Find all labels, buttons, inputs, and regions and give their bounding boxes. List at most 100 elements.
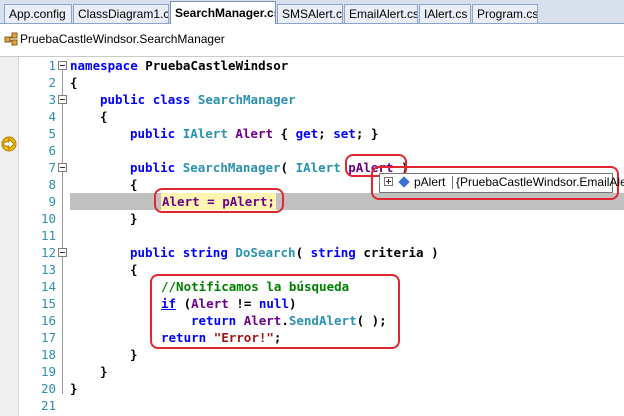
tab-label: App.config bbox=[9, 7, 66, 21]
code-text: namespace PruebaCastleWindsor bbox=[70, 57, 288, 74]
type-navigation-bar[interactable]: PruebaCastleWindsor.SearchManager bbox=[0, 24, 624, 57]
token: ( bbox=[280, 160, 296, 175]
code-text: } bbox=[100, 363, 108, 380]
token: } bbox=[70, 381, 78, 396]
code-line: 5 public IAlert Alert { get; set; } bbox=[0, 125, 624, 142]
line-number: 11 bbox=[40, 228, 56, 243]
annotation-outline bbox=[150, 274, 400, 349]
token: namespace bbox=[70, 58, 138, 73]
token: PruebaCastleWindsor bbox=[137, 58, 289, 73]
token: DoSearch bbox=[235, 245, 296, 260]
token: } bbox=[130, 211, 138, 226]
code-line: 11 bbox=[0, 227, 624, 244]
token: { bbox=[273, 126, 296, 141]
code-text: } bbox=[70, 380, 78, 397]
line-number: 18 bbox=[40, 347, 56, 362]
code-text: { bbox=[100, 108, 108, 125]
line-number: 15 bbox=[40, 296, 56, 311]
token: SearchManager bbox=[182, 160, 281, 175]
code-line: 1 namespace PruebaCastleWindsor bbox=[0, 57, 624, 74]
token: ; bbox=[318, 126, 334, 141]
tab-label: EmailAlert.cs bbox=[349, 7, 418, 21]
datatip-name: pAlert bbox=[414, 175, 446, 189]
tab-emailalert[interactable]: EmailAlert.cs bbox=[344, 4, 418, 23]
debugger-datatip[interactable]: pAlert {PruebaCastleWindsor.EmailAlert} bbox=[379, 173, 624, 193]
line-number: 13 bbox=[40, 262, 56, 277]
token: { bbox=[130, 262, 138, 277]
line-number: 1 bbox=[48, 58, 56, 73]
code-line: 19 } bbox=[0, 363, 624, 380]
token: } bbox=[130, 347, 138, 362]
code-line: 21 bbox=[0, 397, 624, 414]
line-number: 2 bbox=[48, 75, 56, 90]
token: ( bbox=[295, 245, 311, 260]
token: get bbox=[295, 126, 319, 141]
tab-label: ClassDiagram1.cd bbox=[78, 7, 169, 21]
code-text: { bbox=[70, 74, 78, 91]
code-text: { bbox=[130, 176, 138, 193]
token: ; } bbox=[355, 126, 379, 141]
datatip-separator bbox=[452, 176, 453, 189]
line-number: 10 bbox=[40, 211, 56, 226]
code-line: 10 } bbox=[0, 210, 624, 227]
code-text: } bbox=[130, 346, 138, 363]
type-path: PruebaCastleWindsor.SearchManager bbox=[20, 32, 225, 46]
annotation-outline bbox=[154, 188, 284, 213]
line-number: 19 bbox=[40, 364, 56, 379]
line-number: 8 bbox=[48, 177, 56, 192]
line-number: 16 bbox=[40, 313, 56, 328]
code-line: 6 bbox=[0, 142, 624, 159]
tab-program[interactable]: Program.cs bbox=[472, 4, 538, 23]
tab-searchmanager[interactable]: SearchManager.cs bbox=[170, 1, 276, 24]
token: SearchManager bbox=[197, 92, 296, 107]
line-number: 9 bbox=[48, 194, 56, 209]
token: class bbox=[152, 92, 191, 107]
token: Alert bbox=[235, 126, 274, 141]
tab-label: SMSAlert.cs bbox=[282, 7, 343, 21]
code-text: } bbox=[130, 210, 138, 227]
tab-label: Program.cs bbox=[477, 7, 538, 21]
tab-ialert[interactable]: IAlert.cs bbox=[419, 4, 471, 23]
code-text: { bbox=[130, 261, 138, 278]
expand-plus-icon[interactable] bbox=[384, 177, 393, 186]
line-number: 14 bbox=[40, 279, 56, 294]
tab-classdiagram1[interactable]: ClassDiagram1.cd bbox=[73, 4, 169, 23]
datatip-value[interactable]: {PruebaCastleWindsor.EmailAlert} bbox=[456, 174, 624, 190]
token: string bbox=[310, 245, 356, 260]
field-icon bbox=[398, 176, 410, 188]
token: { bbox=[100, 109, 108, 124]
line-number: 7 bbox=[48, 160, 56, 175]
code-text: public IAlert Alert { get; set; } bbox=[130, 125, 378, 142]
token: public bbox=[130, 160, 176, 175]
tab-app-config[interactable]: App.config bbox=[4, 4, 72, 23]
token: string bbox=[182, 245, 228, 260]
token: public bbox=[130, 245, 176, 260]
code-line: 2 { bbox=[0, 74, 624, 91]
token: IAlert bbox=[182, 126, 228, 141]
line-number: 12 bbox=[40, 245, 56, 260]
token: { bbox=[130, 177, 138, 192]
token: IAlert bbox=[295, 160, 341, 175]
token: } bbox=[100, 364, 108, 379]
code-editor[interactable]: 1 namespace PruebaCastleWindsor 2 { 3 pu… bbox=[0, 57, 624, 416]
line-number: 5 bbox=[48, 126, 56, 141]
token: public bbox=[100, 92, 146, 107]
code-line: 12 public string DoSearch( string criter… bbox=[0, 244, 624, 261]
token: public bbox=[130, 126, 176, 141]
token: criteria ) bbox=[355, 245, 439, 260]
code-text: public string DoSearch( string criteria … bbox=[130, 244, 439, 261]
line-number: 20 bbox=[40, 381, 56, 396]
code-text: public class SearchManager bbox=[100, 91, 296, 108]
token: { bbox=[70, 75, 78, 90]
code-line: 4 { bbox=[0, 108, 624, 125]
document-tab-strip: App.config ClassDiagram1.cd SearchManage… bbox=[0, 0, 624, 24]
code-line: 20 } bbox=[0, 380, 624, 397]
tab-smsalert[interactable]: SMSAlert.cs bbox=[277, 4, 343, 23]
tab-label: SearchManager.cs bbox=[175, 6, 276, 20]
line-number: 4 bbox=[48, 109, 56, 124]
